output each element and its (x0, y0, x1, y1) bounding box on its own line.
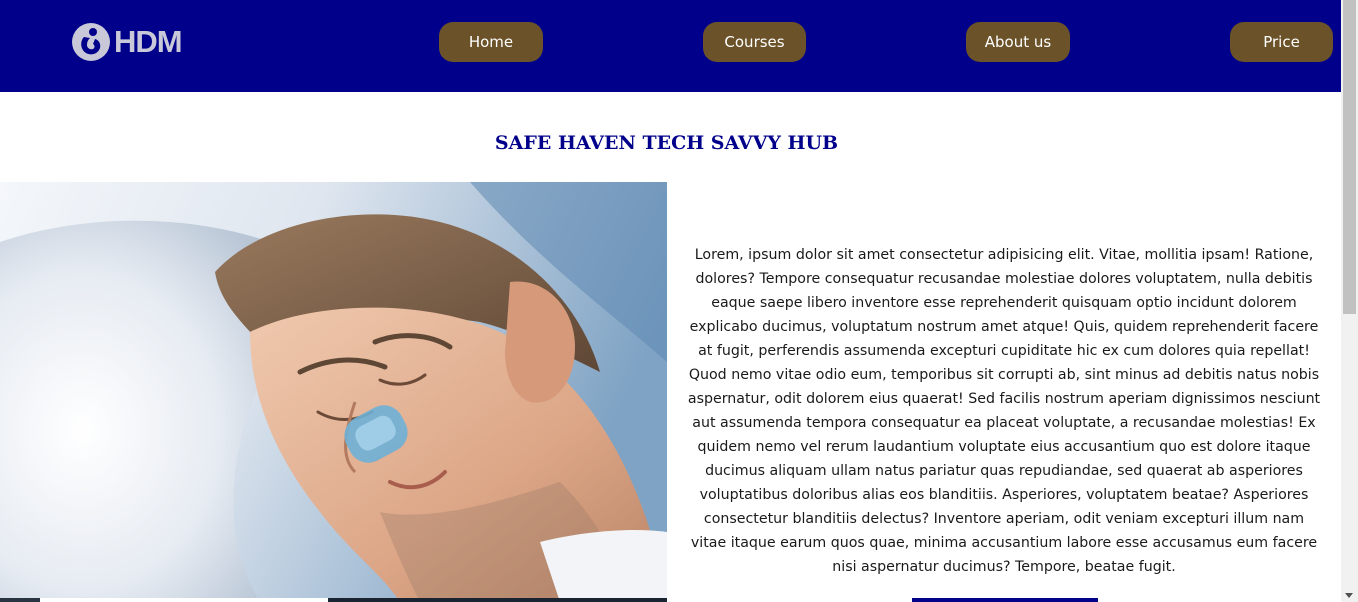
hdm-logo-icon (72, 23, 110, 61)
site-logo[interactable]: HDM (72, 22, 183, 62)
hero-image-sleeping-man (0, 182, 667, 602)
page-title: SAFE HAVEN TECH SAVVY HUB (494, 132, 839, 154)
hero-photo-illustration (0, 182, 667, 602)
nav-courses-button[interactable]: Courses (703, 22, 806, 62)
vertical-scrollbar[interactable] (1341, 0, 1358, 602)
nav-about-button[interactable]: About us (966, 22, 1070, 62)
scroll-down-arrow-icon[interactable] (1345, 593, 1353, 598)
scrollbar-thumb[interactable] (1343, 0, 1356, 314)
page: HDM Home Courses About us Price SAFE HAV… (0, 0, 1341, 602)
logo-text: HDM (114, 24, 183, 59)
nav-home-button[interactable]: Home (439, 22, 543, 62)
navbar: HDM Home Courses About us Price (0, 0, 1341, 92)
hero-paragraph: Lorem, ipsum dolor sit amet consectetur … (687, 247, 1321, 575)
next-section-edge (0, 598, 1341, 602)
nav-price-button[interactable]: Price (1230, 22, 1333, 62)
